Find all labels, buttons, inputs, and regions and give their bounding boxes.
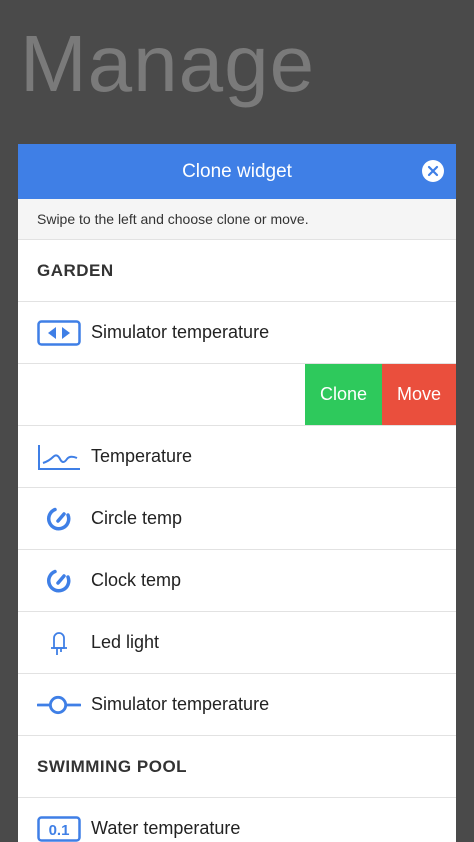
- graph-icon: [37, 442, 81, 472]
- item-label: Led light: [91, 632, 160, 652]
- item-label: Water temperature: [91, 818, 241, 838]
- slider-icon: [37, 690, 81, 720]
- item-label: Clock temp: [91, 570, 182, 590]
- list-item[interactable]: Clock temp: [18, 550, 456, 612]
- simulator-arrows-icon: [37, 318, 81, 348]
- item-label: Temperature: [91, 446, 193, 466]
- list-item[interactable]: 0.1 Water temperature: [18, 798, 456, 842]
- dialog-header: Clone widget: [18, 144, 456, 199]
- item-label: Circle temp: [91, 508, 183, 528]
- item-label: Simulator temperature: [91, 694, 270, 714]
- value-display-icon: 0.1: [37, 814, 81, 842]
- list-item[interactable]: Temperature: [18, 426, 456, 488]
- instruction-text: Swipe to the left and choose clone or mo…: [18, 199, 456, 240]
- section-header-garden: GARDEN: [18, 240, 456, 302]
- list-item[interactable]: Simulator temperature: [18, 674, 456, 736]
- section-header-swimming-pool: SWIMMING POOL: [18, 736, 456, 798]
- list-item[interactable]: Circle temp: [18, 488, 456, 550]
- clone-button[interactable]: Clone: [305, 364, 382, 425]
- bulb-icon: [37, 628, 81, 658]
- move-button[interactable]: Move: [382, 364, 456, 425]
- swiped-list-item[interactable]: Clone Move: [18, 364, 456, 426]
- clone-widget-dialog: Clone widget Swipe to the left and choos…: [18, 144, 456, 842]
- gauge-icon: [37, 504, 81, 534]
- dialog-title: Clone widget: [182, 160, 292, 182]
- gauge-icon: [37, 566, 81, 596]
- svg-text:0.1: 0.1: [49, 822, 70, 839]
- list-item[interactable]: Led light: [18, 612, 456, 674]
- page-title: Manage: [20, 19, 316, 108]
- list-item[interactable]: Simulator temperature: [18, 302, 456, 364]
- close-button[interactable]: [422, 160, 444, 182]
- close-icon: [427, 165, 439, 177]
- item-label: Simulator temperature: [91, 322, 270, 342]
